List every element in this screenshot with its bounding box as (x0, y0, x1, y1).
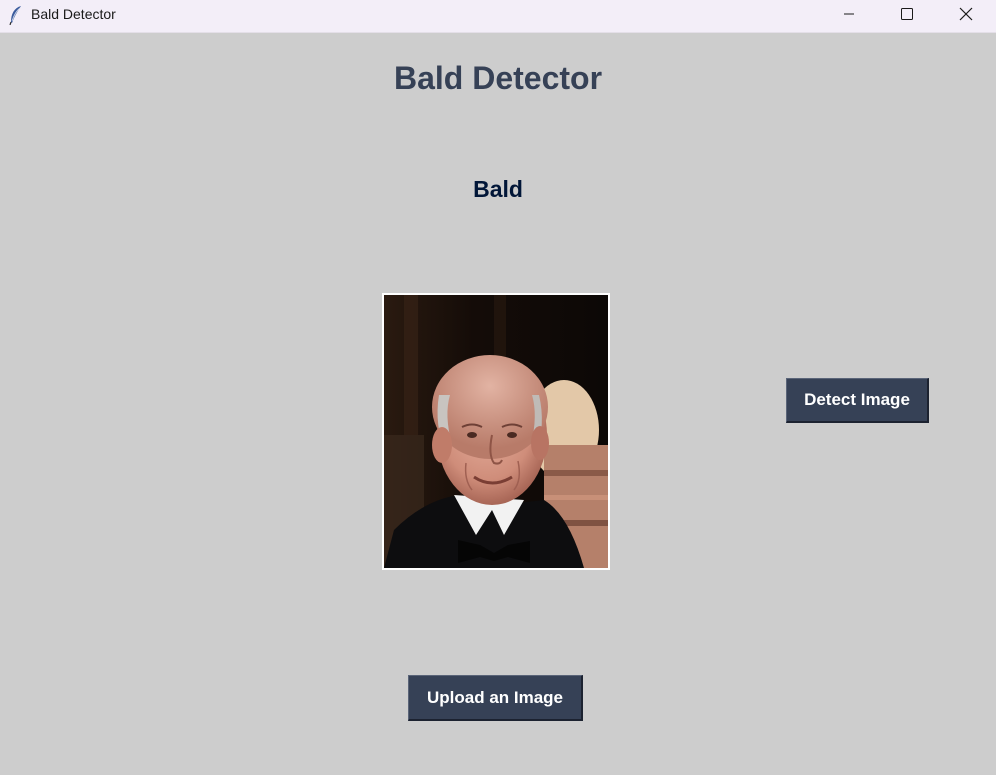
close-button[interactable] (937, 0, 995, 32)
close-icon (959, 7, 973, 26)
detect-image-button[interactable]: Detect Image (786, 378, 929, 423)
maximize-button[interactable] (878, 0, 936, 32)
minimize-icon (843, 7, 855, 25)
app-heading: Bald Detector (393, 60, 603, 96)
result-label: Bald (473, 176, 523, 202)
minimize-button[interactable] (820, 0, 878, 32)
maximize-icon (901, 7, 913, 25)
uploaded-image (382, 293, 610, 570)
window-title: Bald Detector (31, 6, 116, 22)
portrait-photo (384, 295, 608, 568)
feather-icon (8, 5, 24, 26)
upload-image-button[interactable]: Upload an Image (408, 675, 583, 721)
title-bar: Bald Detector (0, 0, 996, 33)
